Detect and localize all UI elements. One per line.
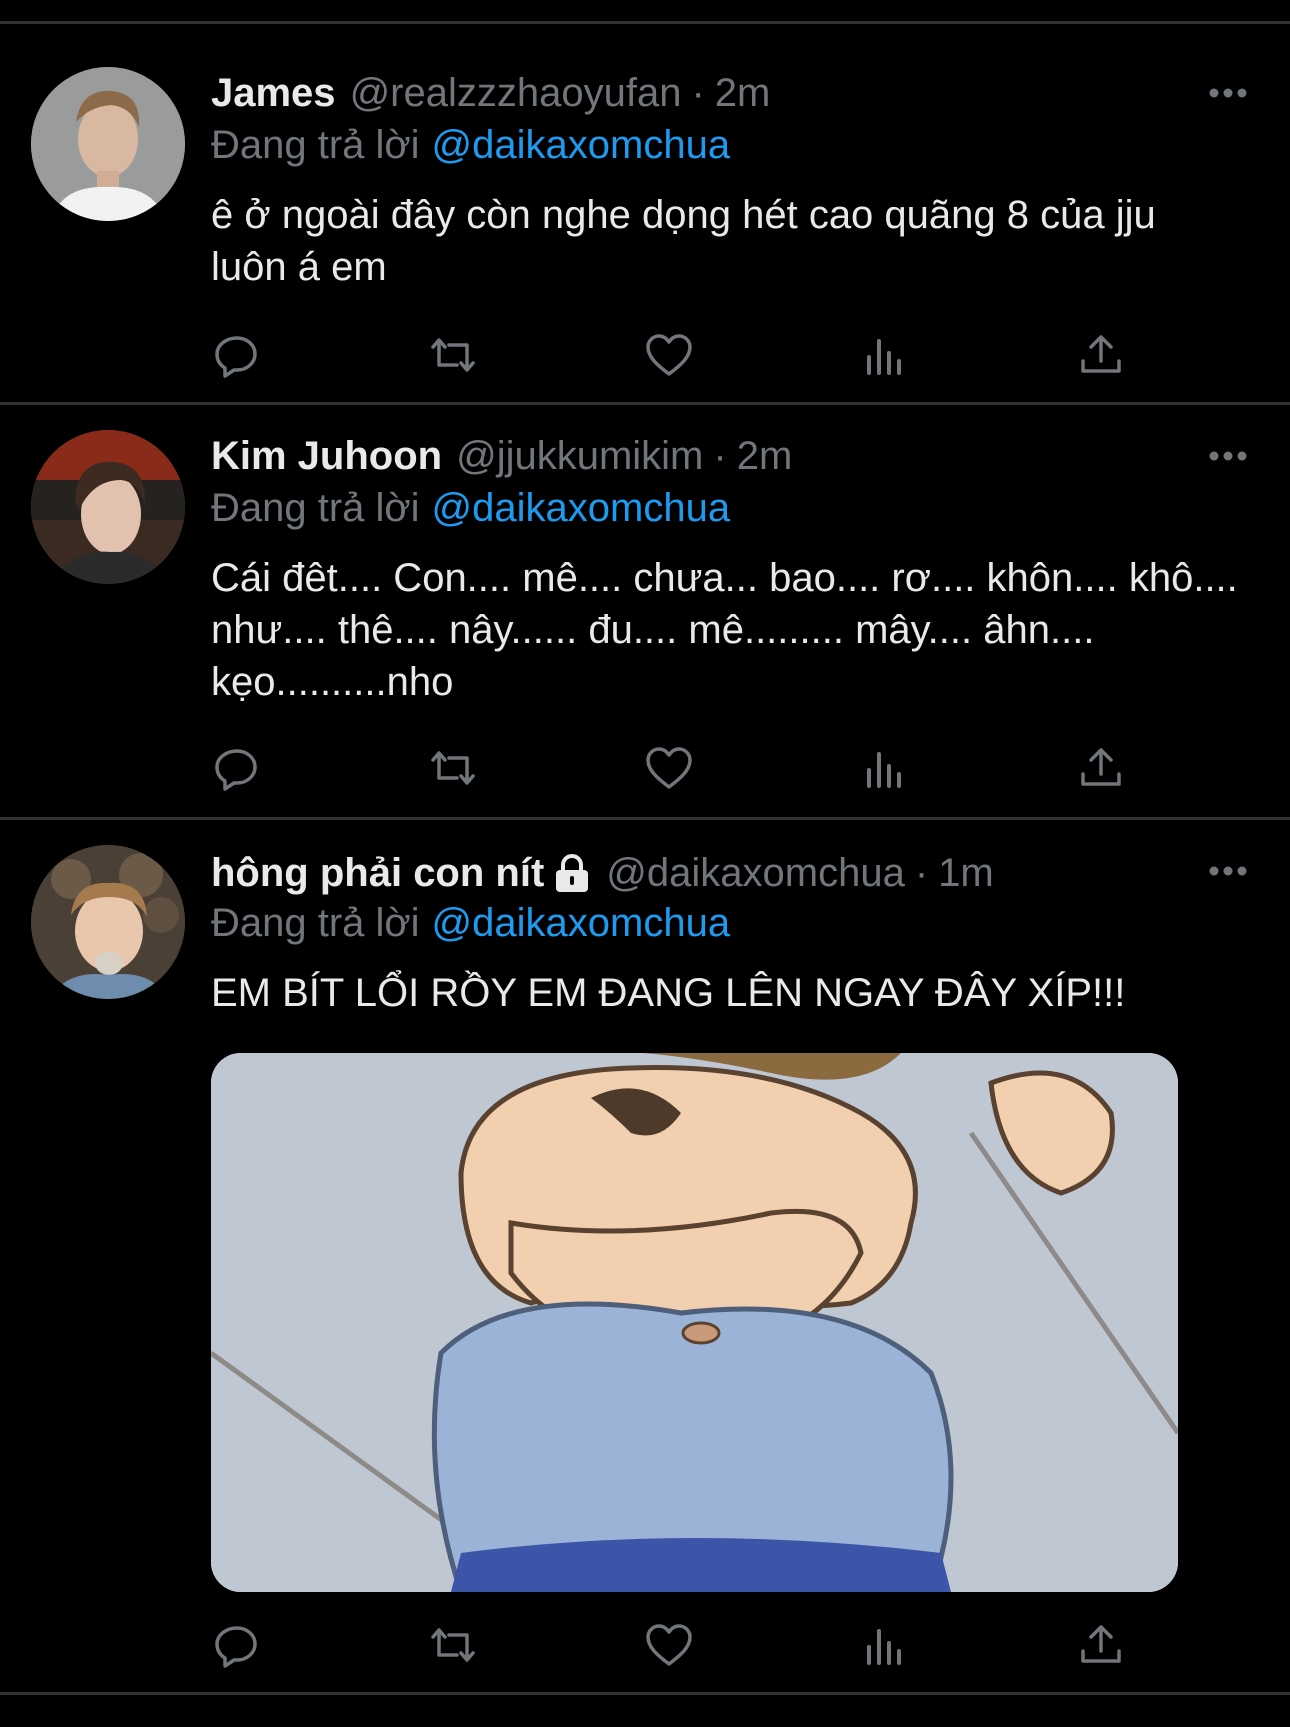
retweet-button[interactable] xyxy=(427,1619,479,1671)
share-button[interactable] xyxy=(1075,1619,1127,1671)
cartoon-image xyxy=(211,1053,1178,1592)
like-button[interactable] xyxy=(643,1619,695,1671)
top-divider xyxy=(0,21,1290,24)
display-name[interactable]: James xyxy=(211,69,336,117)
separator: · xyxy=(914,851,929,895)
replying-to: Đang trả lời @daikaxomchua xyxy=(211,899,730,947)
user-handle[interactable]: @daikaxomchua xyxy=(606,849,905,897)
replying-to-label: Đang trả lời xyxy=(211,486,420,530)
analytics-button[interactable] xyxy=(859,329,911,381)
timestamp[interactable]: 2m xyxy=(715,69,771,117)
reply-icon xyxy=(215,749,257,791)
replying-to: Đang trả lời @daikaxomchua xyxy=(211,121,730,169)
like-icon xyxy=(646,1624,692,1666)
tweet-text: Cái đêt.... Con.... mê.... chưa... bao..… xyxy=(211,556,1238,704)
display-name[interactable]: Kim Juhoon xyxy=(211,432,442,480)
user-handle[interactable]: @realzzzhaoyufan xyxy=(350,69,682,117)
reply-handle-link[interactable]: @daikaxomchua xyxy=(432,123,731,167)
retweet-button[interactable] xyxy=(427,742,479,794)
like-icon xyxy=(646,747,692,789)
tweet-divider xyxy=(0,402,1290,405)
more-icon[interactable] xyxy=(1208,86,1248,100)
tweet-media-image[interactable] xyxy=(211,1053,1178,1592)
tweet-divider xyxy=(0,817,1290,820)
replying-to: Đang trả lời @daikaxomchua xyxy=(211,484,730,532)
display-name[interactable]: hông phải con nít xyxy=(211,849,544,897)
timestamp[interactable]: 1m xyxy=(938,849,994,897)
like-icon xyxy=(646,334,692,376)
reply-handle-link[interactable]: @daikaxomchua xyxy=(432,486,731,530)
reply-icon xyxy=(215,1626,257,1668)
avatar[interactable] xyxy=(31,67,185,221)
user-handle[interactable]: @jjukkumikim xyxy=(456,432,703,480)
analytics-button[interactable] xyxy=(859,742,911,794)
analytics-icon xyxy=(867,339,901,375)
share-button[interactable] xyxy=(1075,329,1127,381)
retweet-icon xyxy=(431,338,475,372)
reply-button[interactable] xyxy=(211,1619,263,1671)
like-button[interactable] xyxy=(643,742,695,794)
tweet-text: ê ở ngoài đây còn nghe dọng hét cao quãn… xyxy=(211,193,1156,289)
separator: · xyxy=(691,71,705,115)
retweet-icon xyxy=(431,751,475,785)
share-icon xyxy=(1081,335,1121,373)
retweet-icon xyxy=(431,1628,475,1662)
lock-icon xyxy=(556,854,589,892)
reply-button[interactable] xyxy=(211,742,263,794)
like-button[interactable] xyxy=(643,329,695,381)
share-icon xyxy=(1081,1625,1121,1663)
action-bar xyxy=(211,329,1121,381)
avatar[interactable] xyxy=(31,845,185,999)
reply-button[interactable] xyxy=(211,329,263,381)
more-icon[interactable] xyxy=(1208,864,1248,878)
retweet-button[interactable] xyxy=(427,329,479,381)
tweet-divider xyxy=(0,1692,1290,1695)
replying-to-label: Đang trả lời xyxy=(211,123,420,167)
action-bar xyxy=(211,1619,1121,1671)
tweet-text: EM BÍT LỔI RỒY EM ĐANG LÊN NGAY ĐÂY XÍP!… xyxy=(211,971,1126,1015)
more-icon[interactable] xyxy=(1208,449,1248,463)
avatar[interactable] xyxy=(31,430,185,584)
share-icon xyxy=(1081,748,1121,786)
reply-handle-link[interactable]: @daikaxomchua xyxy=(432,901,731,945)
analytics-button[interactable] xyxy=(859,1619,911,1671)
analytics-icon xyxy=(867,752,901,788)
share-button[interactable] xyxy=(1075,742,1127,794)
action-bar xyxy=(211,742,1121,794)
tweet-header: Kim Juhoon @jjukkumikim · 2m xyxy=(211,432,792,480)
tweet-header: hông phải con nít @daikaxomchua · 1m xyxy=(211,849,994,897)
reply-icon xyxy=(215,336,257,378)
analytics-icon xyxy=(867,1629,901,1665)
separator: · xyxy=(713,434,727,478)
tweet-header: James @realzzzhaoyufan · 2m xyxy=(211,69,770,117)
replying-to-label: Đang trả lời xyxy=(211,901,420,945)
timestamp[interactable]: 2m xyxy=(737,432,793,480)
